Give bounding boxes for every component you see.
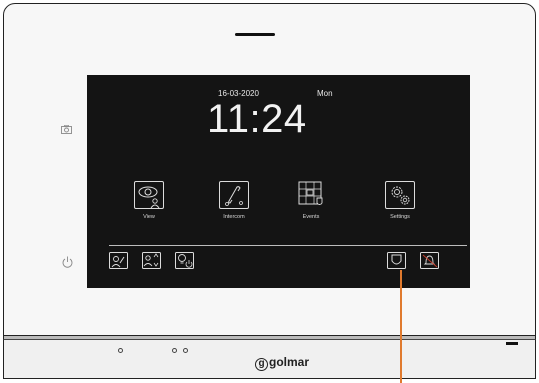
power-icon[interactable] [62,256,73,271]
bottom-right-mark [506,342,518,345]
app-settings[interactable]: Settings [370,181,430,220]
door-call-icon[interactable] [109,252,128,269]
user-sort-icon[interactable] [142,252,161,269]
clock-time: 11:24 [207,97,307,141]
callout-line [400,270,402,383]
light-power-icon[interactable] [175,252,194,269]
led-dot-1 [118,348,123,353]
settings-icon [385,181,415,209]
screen-divider [109,245,467,246]
app-events[interactable]: Events [281,181,341,220]
brand-logo: g golmar [255,355,309,371]
app-view-label: View [143,214,155,220]
camera-icon[interactable] [61,123,72,137]
view-icon [134,181,164,209]
do-not-disturb-icon[interactable] [420,252,439,269]
led-dot-2 [172,348,177,353]
led-dot-3 [183,348,188,353]
app-view[interactable]: View [119,181,179,220]
brand-g-mark: g [255,358,268,371]
app-intercom[interactable]: Intercom [204,181,264,220]
brand-name: golmar [269,355,310,369]
speaker-slot [235,33,275,36]
events-icon [296,181,326,209]
security-shield-icon[interactable] [387,252,406,269]
app-intercom-label: Intercom [223,214,245,220]
intercom-icon [219,181,249,209]
monitor-device: g golmar 16-03-2020 Mon 11:24 View Inter… [3,3,536,383]
app-settings-label: Settings [390,214,410,220]
touch-screen: 16-03-2020 Mon 11:24 View Intercom Event… [87,75,470,288]
day-text: Mon [317,89,333,98]
app-events-label: Events [302,214,320,220]
